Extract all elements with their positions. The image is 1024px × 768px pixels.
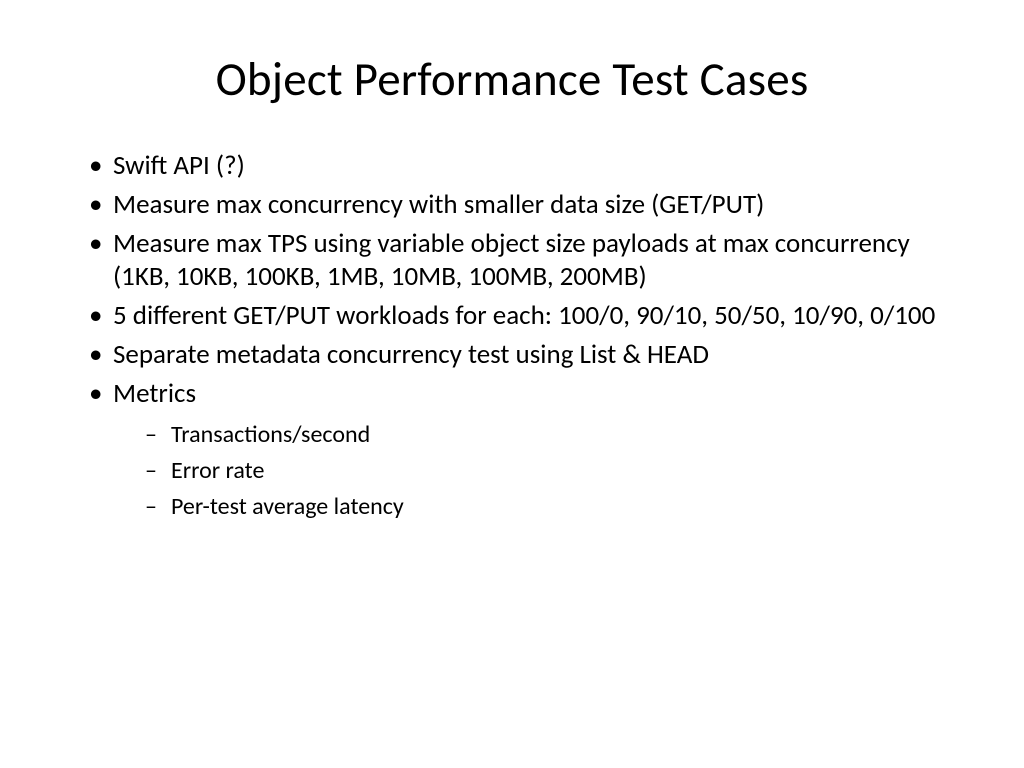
bullet-item-metrics: Metrics Transactions/second Error rate P… <box>85 378 939 524</box>
main-bullet-list: Swift API (?) Measure max concurrency wi… <box>85 150 939 524</box>
sub-bullet-item: Transactions/second <box>113 419 939 451</box>
slide-title: Object Performance Test Cases <box>85 50 939 108</box>
sub-bullet-item: Error rate <box>113 455 939 487</box>
sub-bullet-list: Transactions/second Error rate Per-test … <box>113 419 939 524</box>
bullet-item: Separate metadata concurrency test using… <box>85 339 939 372</box>
bullet-label: Metrics <box>113 377 196 410</box>
bullet-item: 5 different GET/PUT workloads for each: … <box>85 300 939 333</box>
sub-bullet-item: Per-test average latency <box>113 491 939 523</box>
bullet-item: Measure max TPS using variable object si… <box>85 228 939 294</box>
bullet-item: Swift API (?) <box>85 150 939 183</box>
bullet-item: Measure max concurrency with smaller dat… <box>85 189 939 222</box>
